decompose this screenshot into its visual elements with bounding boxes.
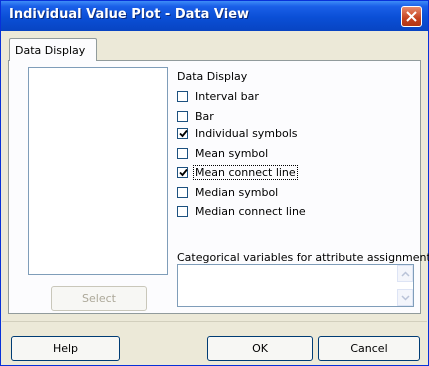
- select-button[interactable]: Select: [51, 286, 147, 311]
- cancel-button[interactable]: Cancel: [318, 336, 420, 361]
- checkbox-mean-symbol[interactable]: Mean symbol: [177, 145, 269, 161]
- checkbox-label: Median symbol: [195, 185, 279, 199]
- ok-button-label: OK: [252, 342, 268, 355]
- checkbox-box[interactable]: [177, 110, 188, 122]
- close-button[interactable]: [401, 6, 422, 27]
- checkbox-label: Median connect line: [195, 204, 306, 218]
- dialog-window: Individual Value Plot - Data View Data D…: [0, 0, 429, 366]
- checkbox-median-connect-line[interactable]: Median connect line: [177, 203, 307, 219]
- data-display-group-label: Data Display: [177, 70, 248, 83]
- ok-button[interactable]: OK: [207, 336, 313, 361]
- checkbox-box[interactable]: [177, 147, 188, 159]
- checkbox-mean-connect-line[interactable]: Mean connect line: [177, 164, 298, 180]
- window-title: Individual Value Plot - Data View: [9, 7, 250, 22]
- checkmark-icon: [179, 129, 188, 137]
- checkbox-label: Mean symbol: [195, 146, 269, 160]
- variables-list[interactable]: [28, 67, 168, 275]
- select-button-label: Select: [82, 292, 116, 305]
- checkbox-label: Individual symbols: [195, 126, 298, 140]
- title-bar[interactable]: Individual Value Plot - Data View: [1, 1, 428, 31]
- checkmark-icon: [179, 168, 188, 176]
- checkbox-box[interactable]: [177, 127, 188, 139]
- checkbox-interval-bar[interactable]: Interval bar: [177, 88, 260, 104]
- tab-label: Data Display: [15, 44, 86, 57]
- checkbox-box[interactable]: [177, 90, 188, 102]
- checkbox-label: Interval bar: [195, 89, 259, 103]
- scroll-up-button[interactable]: [397, 265, 413, 282]
- checkbox-box[interactable]: [177, 166, 188, 178]
- checkbox-median-symbol[interactable]: Median symbol: [177, 184, 279, 200]
- checkbox-label: Mean connect line: [193, 164, 298, 180]
- scroll-down-button[interactable]: [397, 289, 413, 306]
- tab-data-display[interactable]: Data Display: [9, 38, 97, 61]
- help-button[interactable]: Help: [11, 336, 120, 361]
- checkbox-label: Bar: [195, 109, 214, 123]
- checkbox-box[interactable]: [177, 186, 188, 198]
- checkbox-individual-symbols[interactable]: Individual symbols: [177, 125, 299, 141]
- footer-divider: [2, 321, 427, 322]
- checkbox-bar[interactable]: Bar: [177, 108, 215, 124]
- categorical-variables-input[interactable]: [177, 264, 414, 307]
- help-button-label: Help: [52, 342, 79, 355]
- checkbox-box[interactable]: [177, 205, 188, 217]
- close-icon: [406, 11, 417, 22]
- chevron-down-icon: [400, 294, 410, 301]
- categorical-variables-label: Categorical variables for attribute assi…: [177, 251, 429, 264]
- chevron-up-icon: [400, 270, 410, 277]
- cancel-button-label: Cancel: [350, 342, 388, 355]
